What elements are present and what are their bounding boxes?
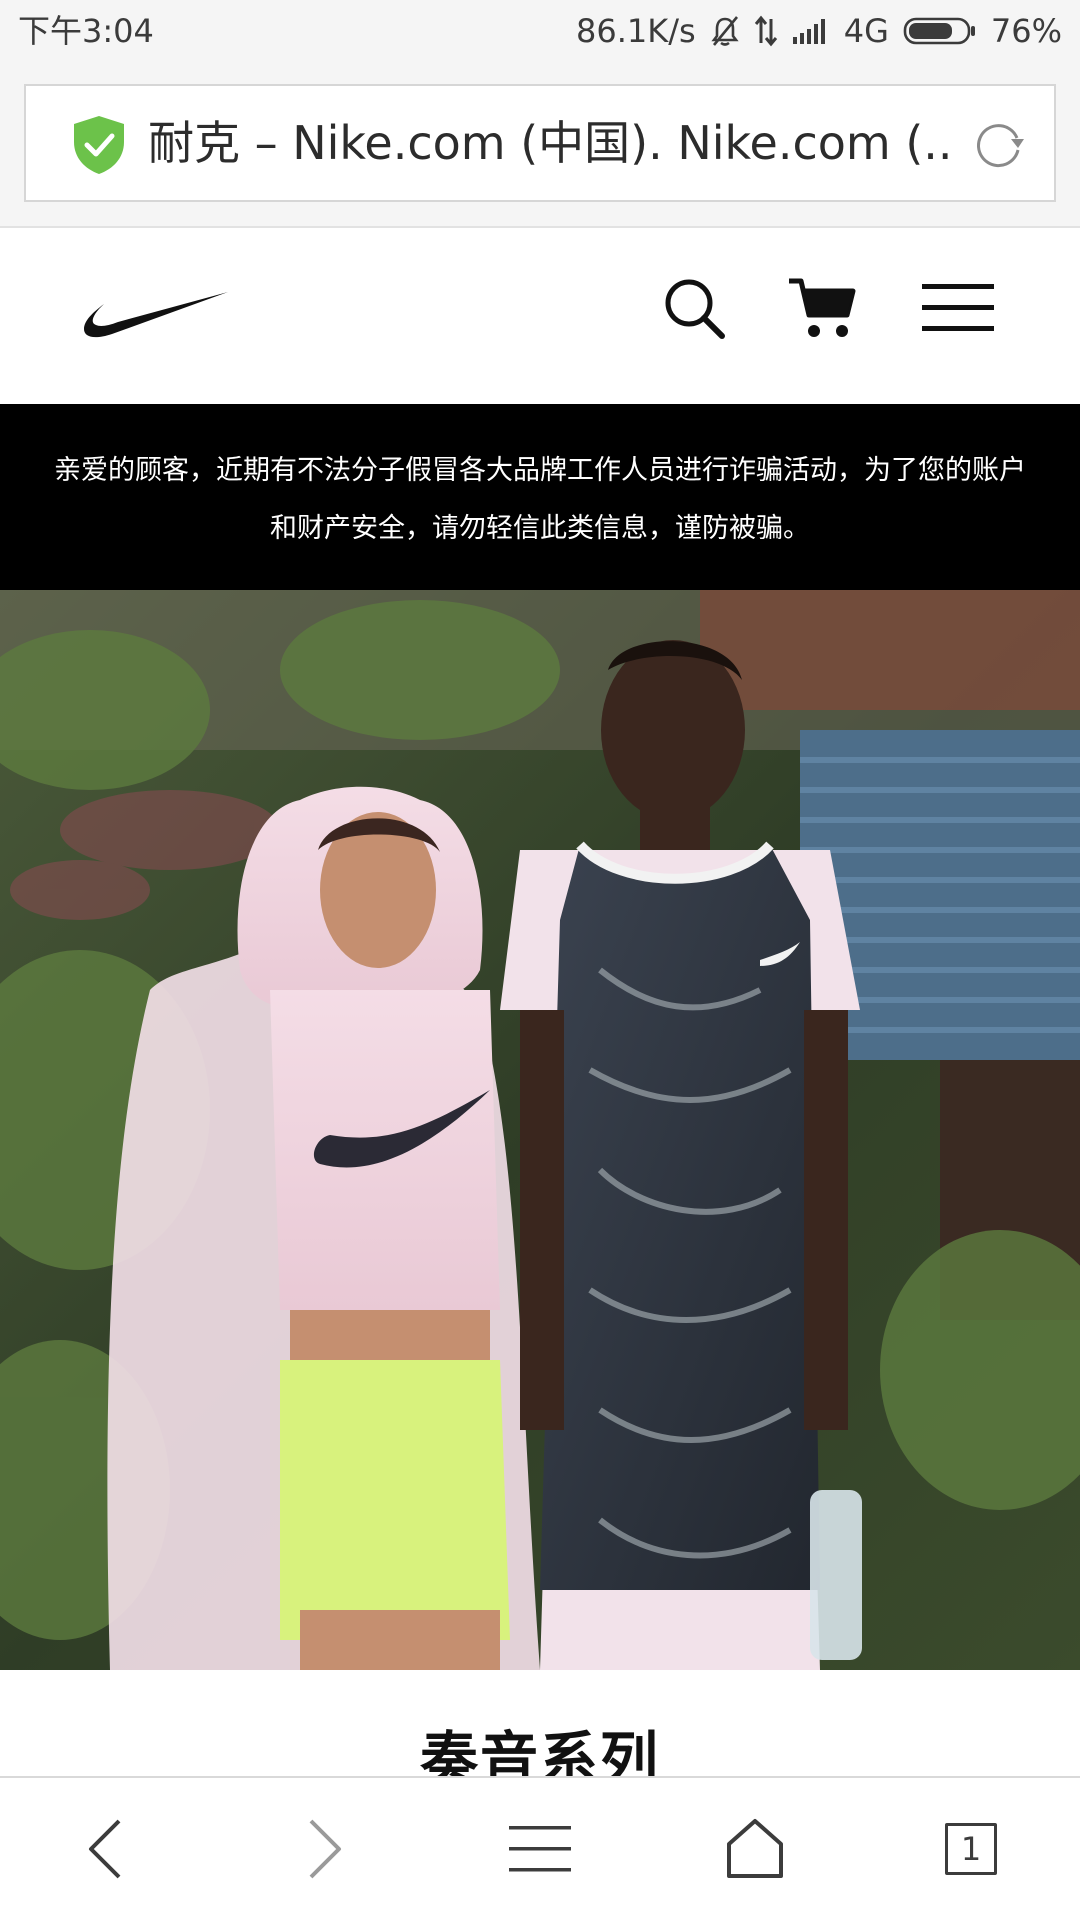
tab-count: 1: [945, 1823, 997, 1875]
status-time: 下午3:04: [18, 12, 154, 50]
battery-icon: [903, 16, 977, 46]
data-transfer-icon: [754, 15, 778, 47]
page-title[interactable]: 耐克 – Nike.com (中国). Nike.com (...: [148, 86, 948, 200]
notice-line-2: 和财产安全，请勿轻信此类信息，谨防被骗。: [270, 513, 810, 544]
back-arrow-icon[interactable]: [60, 1804, 150, 1894]
home-icon[interactable]: [710, 1804, 800, 1894]
network-speed: 86.1K/s: [576, 12, 696, 50]
search-icon[interactable]: [656, 270, 732, 346]
mute-bell-icon: [710, 15, 740, 47]
nike-swoosh-logo[interactable]: [82, 290, 230, 348]
fraud-notice-banner: 亲爱的顾客，近期有不法分子假冒各大品牌工作人员进行诈骗活动，为了您的账户 和财产…: [0, 404, 1080, 590]
notice-line-1: 亲爱的顾客，近期有不法分子假冒各大品牌工作人员进行诈骗活动，为了您的账户: [54, 455, 1026, 486]
status-indicators: 86.1K/s 4G 76%: [576, 10, 1062, 52]
shield-check-icon: [68, 114, 130, 176]
address-bar[interactable]: 耐克 – Nike.com (中国). Nike.com (...: [24, 84, 1056, 202]
reload-icon[interactable]: [972, 118, 1026, 172]
browser-bottom-nav: 1: [0, 1776, 1080, 1920]
hamburger-menu-icon[interactable]: [920, 270, 996, 346]
forward-arrow-icon[interactable]: [280, 1804, 370, 1894]
tabs-icon[interactable]: 1: [926, 1804, 1016, 1894]
section-title-text: 奏音系列: [419, 1725, 660, 1776]
signal-bars-icon: [792, 17, 830, 45]
network-type: 4G: [843, 12, 889, 50]
status-bar: 下午3:04 86.1K/s 4G 76%: [0, 0, 1080, 62]
hero-photo-two-models[interactable]: [0, 590, 1080, 1670]
battery-percent: 76%: [990, 12, 1062, 50]
site-header: [0, 228, 1080, 404]
cart-icon[interactable]: [784, 270, 860, 346]
menu-lines-icon[interactable]: [495, 1804, 585, 1894]
section-title: 奏音系列: [0, 1670, 1080, 1776]
browser-toolbar: 耐克 – Nike.com (中国). Nike.com (...: [0, 62, 1080, 228]
